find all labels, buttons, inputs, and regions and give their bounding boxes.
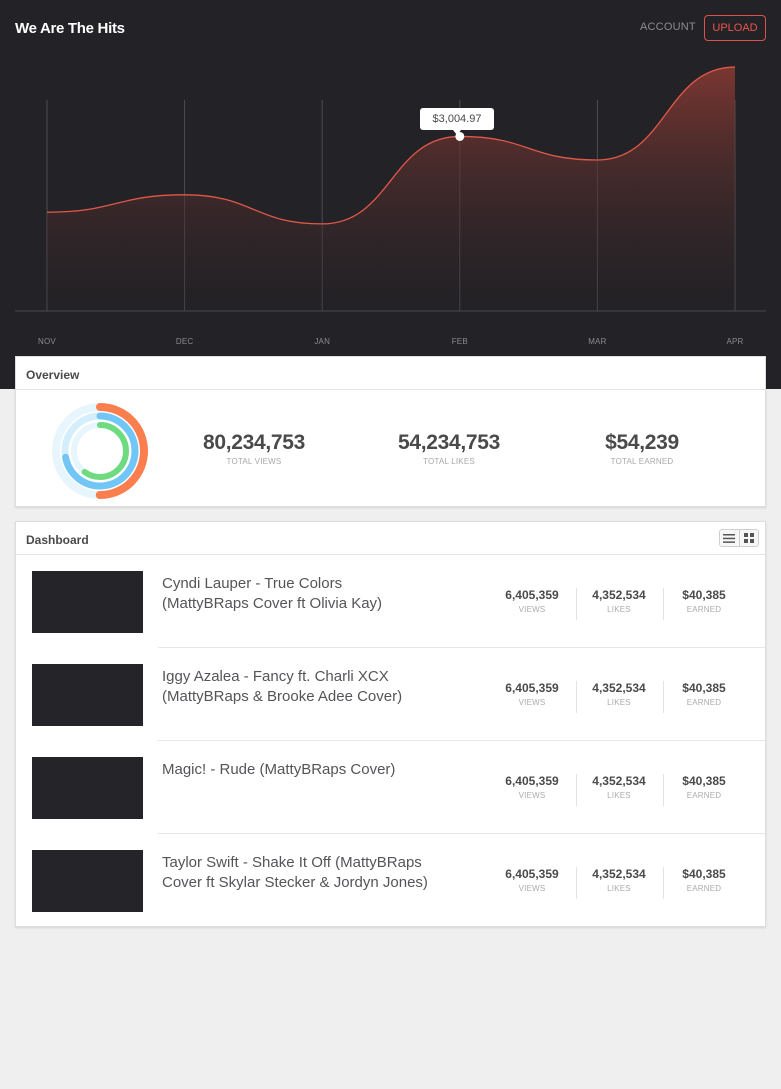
total-views-label: TOTAL VIEWS — [226, 457, 282, 466]
x-tick-label: APR — [726, 337, 744, 346]
x-tick-label: JAN — [314, 337, 331, 346]
x-tick-label: DEC — [175, 337, 194, 346]
x-tick-label: MAR — [588, 337, 607, 346]
views-label: VIEWS — [518, 791, 546, 800]
earned-label: EARNED — [686, 791, 722, 800]
overview-header: Overview — [16, 357, 765, 390]
video-thumbnail[interactable] — [32, 664, 143, 726]
earned-stat: $40,385 EARNED — [661, 588, 747, 614]
earned-label: EARNED — [686, 884, 722, 893]
x-tick-label: FEB — [451, 337, 468, 346]
total-likes-stat: 54,234,753 TOTAL LIKES — [359, 431, 539, 466]
earned-value: $40,385 — [682, 774, 726, 788]
total-views-stat: 80,234,753 TOTAL VIEWS — [164, 431, 344, 466]
video-title[interactable]: Cyndi Lauper - True Colors (MattyBRaps C… — [162, 574, 432, 614]
earned-label: EARNED — [686, 605, 722, 614]
video-thumbnail[interactable] — [32, 571, 143, 633]
earnings-area-chart — [15, 66, 766, 312]
views-value: 6,405,359 — [505, 588, 559, 602]
video-title[interactable]: Magic! - Rude (MattyBRaps Cover) — [162, 760, 432, 780]
ring-chart — [52, 403, 148, 499]
likes-value: 4,352,534 — [592, 774, 646, 788]
views-label: VIEWS — [518, 605, 546, 614]
likes-value: 4,352,534 — [592, 681, 646, 695]
video-title[interactable]: Iggy Azalea - Fancy ft. Charli XCX (Matt… — [162, 667, 432, 707]
earned-stat: $40,385 EARNED — [661, 867, 747, 893]
total-views-value: 80,234,753 — [202, 431, 306, 454]
likes-stat: 4,352,534 LIKES — [576, 867, 662, 893]
video-row[interactable]: Cyndi Lauper - True Colors (MattyBRaps C… — [16, 555, 765, 648]
earned-stat: $40,385 EARNED — [661, 681, 747, 707]
earned-value: $40,385 — [682, 681, 726, 695]
video-row[interactable]: Magic! - Rude (MattyBRaps Cover) 6,405,3… — [16, 741, 765, 834]
total-earned-stat: $54,239 TOTAL EARNED — [552, 431, 732, 466]
video-row[interactable]: Iggy Azalea - Fancy ft. Charli XCX (Matt… — [16, 648, 765, 741]
dashboard-card: Dashboard Cyndi Lauper - True Colors (Ma… — [15, 521, 766, 927]
dashboard-title: Dashboard — [26, 533, 89, 547]
likes-stat: 4,352,534 LIKES — [576, 588, 662, 614]
view-toggle — [719, 529, 759, 547]
video-title[interactable]: Taylor Swift - Shake It Off (MattyBRaps … — [162, 853, 432, 893]
video-thumbnail[interactable] — [32, 850, 143, 912]
overview-title: Overview — [26, 368, 80, 382]
total-earned-value: $54,239 — [605, 431, 679, 454]
views-value: 6,405,359 — [505, 681, 559, 695]
earned-stat: $40,385 EARNED — [661, 774, 747, 800]
likes-label: LIKES — [607, 884, 631, 893]
earned-value: $40,385 — [682, 867, 726, 881]
total-likes-value: 54,234,753 — [397, 431, 501, 454]
likes-value: 4,352,534 — [592, 588, 646, 602]
views-stat: 6,405,359 VIEWS — [489, 867, 575, 893]
likes-label: LIKES — [607, 698, 631, 707]
video-row[interactable]: Taylor Swift - Shake It Off (MattyBRaps … — [16, 834, 765, 927]
views-stat: 6,405,359 VIEWS — [489, 588, 575, 614]
likes-label: LIKES — [607, 791, 631, 800]
grid-view-icon[interactable] — [738, 530, 759, 546]
list-view-icon[interactable] — [720, 530, 739, 546]
video-thumbnail[interactable] — [32, 757, 143, 819]
likes-value: 4,352,534 — [592, 867, 646, 881]
total-earned-label: TOTAL EARNED — [610, 457, 674, 466]
dashboard-header: Dashboard — [16, 522, 765, 555]
likes-stat: 4,352,534 LIKES — [576, 681, 662, 707]
views-stat: 6,405,359 VIEWS — [489, 774, 575, 800]
total-likes-label: TOTAL LIKES — [423, 457, 475, 466]
likes-label: LIKES — [607, 605, 631, 614]
chart-area-fill — [47, 67, 735, 311]
views-label: VIEWS — [518, 698, 546, 707]
x-tick-label: NOV — [38, 337, 56, 346]
earned-label: EARNED — [686, 698, 722, 707]
views-value: 6,405,359 — [505, 774, 559, 788]
hero-chart-section: We Are The Hits ACCOUNT UPLOAD NOV DEC JAN… — [0, 0, 781, 389]
likes-stat: 4,352,534 LIKES — [576, 774, 662, 800]
earned-value: $40,385 — [682, 588, 726, 602]
views-stat: 6,405,359 VIEWS — [489, 681, 575, 707]
overview-card: Overview 80,234,753 TOTAL VIEWS 54,234,7… — [15, 356, 766, 507]
chart-tooltip: $3,004.97 — [420, 108, 494, 135]
views-label: VIEWS — [518, 884, 546, 893]
views-value: 6,405,359 — [505, 867, 559, 881]
